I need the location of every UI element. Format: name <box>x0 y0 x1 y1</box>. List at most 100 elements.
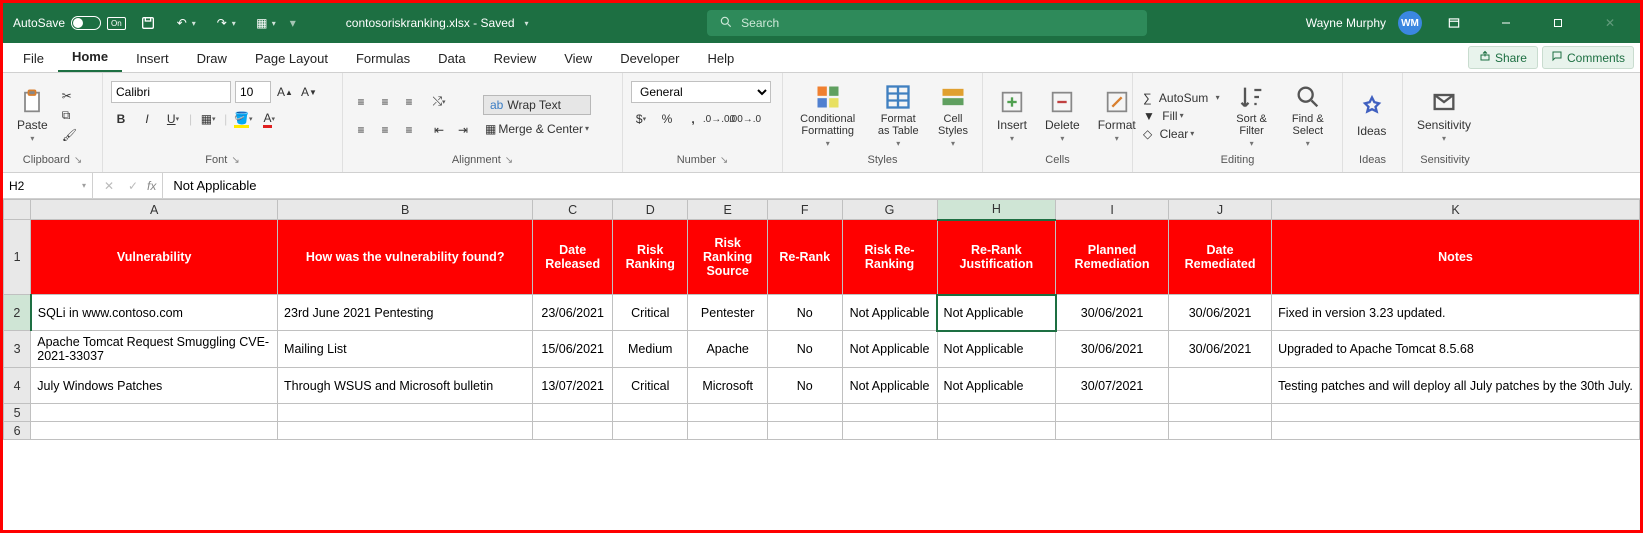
tab-file[interactable]: File <box>9 45 58 72</box>
cell-I6[interactable] <box>1056 422 1169 440</box>
cancel-formula-button[interactable]: ✕ <box>99 176 119 196</box>
font-size-select[interactable] <box>235 81 271 103</box>
decrease-decimal-button[interactable]: .00→.0 <box>735 109 755 129</box>
ribbon-display-button[interactable] <box>1434 3 1474 43</box>
col-header-J[interactable]: J <box>1168 200 1271 220</box>
cell-A4[interactable]: July Windows Patches <box>31 368 278 404</box>
font-color-button[interactable]: A▾ <box>259 109 279 129</box>
cell-B5[interactable] <box>278 404 533 422</box>
cell-F2[interactable]: No <box>767 295 842 331</box>
col-header-K[interactable]: K <box>1272 200 1640 220</box>
tab-formulas[interactable]: Formulas <box>342 45 424 72</box>
maximize-button[interactable] <box>1538 3 1578 43</box>
increase-font-button[interactable]: A▲ <box>275 82 295 102</box>
cell-E3[interactable]: Apache <box>688 331 767 368</box>
align-bottom-button[interactable]: ≡ <box>399 92 419 112</box>
fill-color-button[interactable]: 🪣▾ <box>233 109 253 129</box>
number-format-select[interactable]: General <box>631 81 771 103</box>
delete-cells-button[interactable]: Delete▾ <box>1039 86 1086 145</box>
formula-input[interactable] <box>173 178 1630 193</box>
cell-A3[interactable]: Apache Tomcat Request Smuggling CVE-2021… <box>31 331 278 368</box>
cell-H4[interactable]: Not Applicable <box>937 368 1056 404</box>
cell-K2[interactable]: Fixed in version 3.23 updated. <box>1272 295 1640 331</box>
find-select-button[interactable]: Find & Select▾ <box>1282 81 1334 150</box>
col-header-H[interactable]: H <box>937 200 1056 220</box>
fx-icon[interactable]: fx <box>147 179 156 193</box>
close-button[interactable]: ✕ <box>1590 3 1630 43</box>
clipboard-launcher[interactable]: ↘ <box>74 155 82 166</box>
cell-D3[interactable]: Medium <box>613 331 688 368</box>
row-header-2[interactable]: 2 <box>4 295 31 331</box>
paste-button[interactable]: Paste ▾ <box>11 86 54 145</box>
cell-E5[interactable] <box>688 404 767 422</box>
italic-button[interactable]: I <box>137 109 157 129</box>
save-button[interactable] <box>136 13 160 33</box>
cell-I4[interactable]: 30/07/2021 <box>1056 368 1169 404</box>
share-button[interactable]: Share <box>1468 46 1538 69</box>
conditional-formatting-button[interactable]: Conditional Formatting▾ <box>791 81 864 150</box>
comma-button[interactable]: , <box>683 109 703 129</box>
cell-C3[interactable]: 15/06/2021 <box>533 331 613 368</box>
insert-cells-button[interactable]: Insert▾ <box>991 86 1033 145</box>
align-top-button[interactable]: ≡ <box>351 92 371 112</box>
row-header-6[interactable]: 6 <box>4 422 31 440</box>
cell-E2[interactable]: Pentester <box>688 295 767 331</box>
tab-home[interactable]: Home <box>58 43 122 72</box>
cell-J2[interactable]: 30/06/2021 <box>1168 295 1271 331</box>
align-right-button[interactable]: ≡ <box>399 120 419 140</box>
cell-H5[interactable] <box>937 404 1056 422</box>
user-avatar[interactable]: WM <box>1398 11 1422 35</box>
cell-I3[interactable]: 30/06/2021 <box>1056 331 1169 368</box>
cell-G2[interactable]: Not Applicable <box>842 295 937 331</box>
font-launcher[interactable]: ↘ <box>231 155 239 166</box>
align-center-button[interactable]: ≡ <box>375 120 395 140</box>
col-header-I[interactable]: I <box>1056 200 1169 220</box>
merge-center-button[interactable]: ▦ Merge & Center ▾ <box>483 121 591 137</box>
cell-H2[interactable]: Not Applicable <box>937 295 1056 331</box>
accounting-button[interactable]: $▾ <box>631 109 651 129</box>
cell-F6[interactable] <box>767 422 842 440</box>
cell-B3[interactable]: Mailing List <box>278 331 533 368</box>
format-as-table-button[interactable]: Format as Table▾ <box>870 81 926 150</box>
align-left-button[interactable]: ≡ <box>351 120 371 140</box>
cell-K5[interactable] <box>1272 404 1640 422</box>
cell-J3[interactable]: 30/06/2021 <box>1168 331 1271 368</box>
decrease-font-button[interactable]: A▼ <box>299 82 319 102</box>
cell-styles-button[interactable]: Cell Styles▾ <box>932 81 974 150</box>
cell-A2[interactable]: SQLi in www.contoso.com <box>31 295 278 331</box>
wrap-text-button[interactable]: ab Wrap Text <box>483 95 591 115</box>
percent-button[interactable]: % <box>657 109 677 129</box>
cell-J6[interactable] <box>1168 422 1271 440</box>
search-input[interactable]: Search <box>707 10 1147 36</box>
col-header-A[interactable]: A <box>31 200 278 220</box>
cut-button[interactable]: ✂ <box>60 88 79 104</box>
cell-B6[interactable] <box>278 422 533 440</box>
cell-G4[interactable]: Not Applicable <box>842 368 937 404</box>
tab-insert[interactable]: Insert <box>122 45 183 72</box>
cell-K4[interactable]: Testing patches and will deploy all July… <box>1272 368 1640 404</box>
minimize-button[interactable] <box>1486 3 1526 43</box>
ideas-button[interactable]: Ideas <box>1351 92 1392 140</box>
cell-K6[interactable] <box>1272 422 1640 440</box>
underline-button[interactable]: U▾ <box>163 109 183 129</box>
tab-page-layout[interactable]: Page Layout <box>241 45 342 72</box>
tab-data[interactable]: Data <box>424 45 479 72</box>
cell-K3[interactable]: Upgraded to Apache Tomcat 8.5.68 <box>1272 331 1640 368</box>
cell-F5[interactable] <box>767 404 842 422</box>
cell-H3[interactable]: Not Applicable <box>937 331 1056 368</box>
col-header-D[interactable]: D <box>613 200 688 220</box>
name-box[interactable]: ▾ <box>3 173 93 198</box>
row-header-1[interactable]: 1 <box>4 220 31 295</box>
tab-help[interactable]: Help <box>693 45 748 72</box>
tab-review[interactable]: Review <box>480 45 551 72</box>
tab-developer[interactable]: Developer <box>606 45 693 72</box>
cell-J4[interactable] <box>1168 368 1271 404</box>
cell-D6[interactable] <box>613 422 688 440</box>
cell-D5[interactable] <box>613 404 688 422</box>
cell-E6[interactable] <box>688 422 767 440</box>
border-button[interactable]: ▦▾ <box>198 109 218 129</box>
cell-I5[interactable] <box>1056 404 1169 422</box>
decrease-indent-button[interactable]: ⇤ <box>429 120 449 140</box>
cell-E4[interactable]: Microsoft <box>688 368 767 404</box>
col-header-G[interactable]: G <box>842 200 937 220</box>
